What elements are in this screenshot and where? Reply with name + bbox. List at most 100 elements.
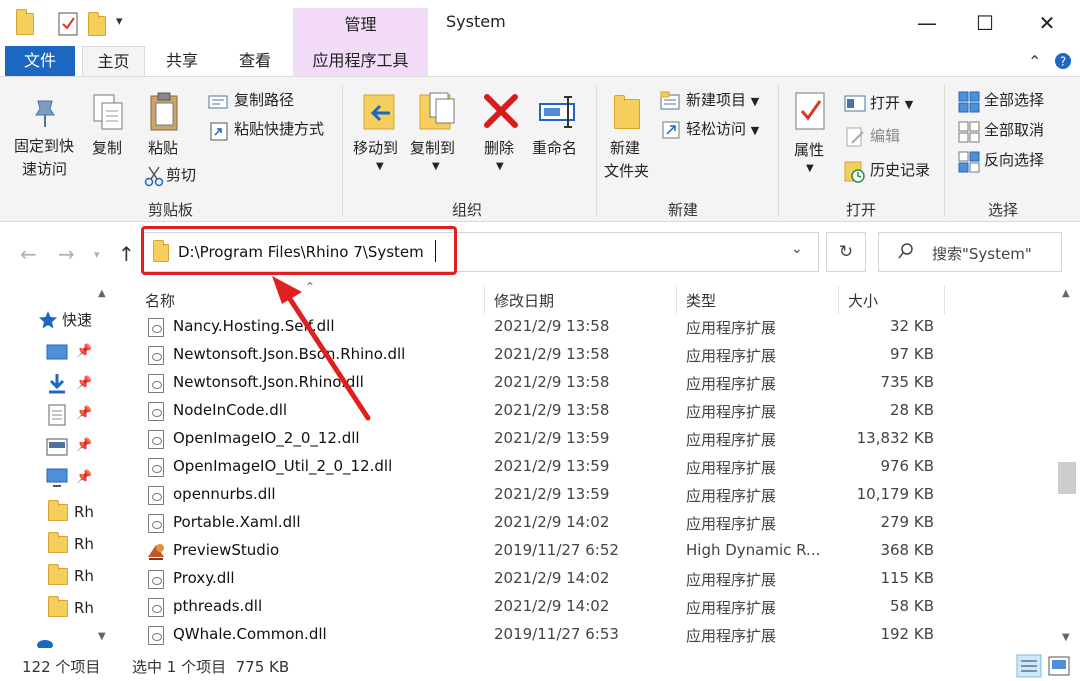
- column-divider[interactable]: [676, 286, 677, 314]
- recent-locations-icon[interactable]: ▾: [94, 248, 100, 261]
- maximize-button[interactable]: ☐: [970, 8, 1000, 38]
- file-date: 2019/11/27 6:52: [494, 541, 619, 559]
- table-row[interactable]: NodeInCode.dll 2021/2/9 13:58 应用程序扩展 28 …: [140, 397, 940, 425]
- open-group-label: 打开: [846, 201, 877, 219]
- file-date: 2019/11/27 6:53: [494, 625, 619, 643]
- nav-folder-3[interactable]: Rh: [74, 565, 94, 588]
- tab-application-tools[interactable]: 应用程序工具: [293, 46, 428, 76]
- manage-context-tab[interactable]: 管理: [293, 8, 428, 46]
- new-item-button[interactable]: 新建项目 ▼: [686, 89, 759, 113]
- minimize-button[interactable]: —: [912, 8, 942, 38]
- up-button[interactable]: ↑: [118, 242, 135, 266]
- onedrive-icon[interactable]: [36, 636, 54, 648]
- new-folder-button[interactable]: 新建 文件夹: [604, 137, 649, 183]
- search-placeholder[interactable]: 搜索"System": [932, 243, 1032, 264]
- group-separator: [778, 85, 779, 217]
- scroll-down-icon[interactable]: ▼: [98, 631, 106, 642]
- copy-button[interactable]: 复制: [92, 137, 122, 160]
- this-pc-icon[interactable]: [46, 468, 68, 488]
- table-row[interactable]: PreviewStudio 2019/11/27 6:52 High Dynam…: [140, 537, 940, 565]
- table-row[interactable]: Newtonsoft.Json.Bson.Rhino.dll 2021/2/9 …: [140, 341, 940, 369]
- invert-selection-button[interactable]: 反向选择: [984, 149, 1044, 172]
- move-to-dropdown-icon[interactable]: ▼: [376, 155, 384, 178]
- folder-icon: [48, 564, 68, 585]
- rename-button[interactable]: 重命名: [532, 137, 577, 160]
- table-row[interactable]: OpenImageIO_Util_2_0_12.dll 2021/2/9 13:…: [140, 453, 940, 481]
- copy-path-button[interactable]: 复制路径: [234, 89, 294, 112]
- tab-share[interactable]: 共享: [152, 46, 212, 76]
- pin-quick-access-button[interactable]: 固定到快 速访问: [14, 135, 74, 181]
- forward-button[interactable]: →: [58, 242, 75, 266]
- column-header-name[interactable]: 名称: [145, 290, 175, 311]
- table-row[interactable]: Newtonsoft.Json.Rhino.dll 2021/2/9 13:58…: [140, 369, 940, 397]
- back-button[interactable]: ←: [20, 242, 37, 266]
- large-icons-view-icon[interactable]: [1048, 656, 1070, 676]
- scroll-thumb[interactable]: [1058, 462, 1076, 494]
- column-header-type[interactable]: 类型: [686, 290, 716, 311]
- window-title: System: [446, 12, 506, 31]
- table-row[interactable]: Proxy.dll 2021/2/9 14:02 应用程序扩展 115 KB: [140, 565, 940, 593]
- paste-button[interactable]: 粘贴: [148, 137, 178, 160]
- close-button[interactable]: ✕: [1032, 8, 1062, 38]
- scroll-down-icon[interactable]: ▼: [1062, 632, 1070, 643]
- select-none-button[interactable]: 全部取消: [984, 119, 1044, 142]
- column-divider[interactable]: [838, 286, 839, 314]
- copy-to-dropdown-icon[interactable]: ▼: [432, 155, 440, 178]
- nav-pane-scrollbar[interactable]: ▲ ▼: [95, 286, 112, 648]
- open-button[interactable]: 打开 ▼: [870, 92, 913, 116]
- column-divider[interactable]: [944, 286, 945, 314]
- delete-dropdown-icon[interactable]: ▼: [496, 155, 504, 178]
- tab-view[interactable]: 查看: [222, 46, 288, 76]
- cut-button[interactable]: 剪切: [166, 164, 196, 187]
- new-item-icon: [660, 91, 680, 110]
- table-row[interactable]: Nancy.Hosting.Self.dll 2021/2/9 13:58 应用…: [140, 313, 940, 341]
- collapse-ribbon-icon[interactable]: ⌃: [1028, 52, 1041, 71]
- edit-button[interactable]: 编辑: [870, 125, 900, 148]
- file-list-scrollbar[interactable]: ▲ ▼: [1058, 286, 1076, 648]
- file-name: pthreads.dll: [173, 597, 263, 615]
- refresh-button[interactable]: ↻: [826, 232, 866, 272]
- table-row[interactable]: Portable.Xaml.dll 2021/2/9 14:02 应用程序扩展 …: [140, 509, 940, 537]
- new-folder-icon[interactable]: [88, 12, 106, 36]
- organize-group-label: 组织: [452, 201, 483, 219]
- properties-check-icon[interactable]: [58, 12, 78, 36]
- scroll-up-icon[interactable]: ▲: [1062, 288, 1070, 299]
- ribbon: 固定到快 速访问 复制 粘贴 复制路径 粘贴快捷方式 剪切 剪贴板 移动到 ▼: [0, 76, 1080, 222]
- nav-folder-4[interactable]: Rh: [74, 597, 94, 620]
- address-dropdown-icon[interactable]: ⌄: [791, 241, 803, 257]
- dll-file-icon: [148, 346, 164, 365]
- nav-folder-1[interactable]: Rh: [74, 501, 94, 524]
- table-row[interactable]: OpenImageIO_2_0_12.dll 2021/2/9 13:59 应用…: [140, 425, 940, 453]
- documents-icon[interactable]: [48, 404, 66, 426]
- table-row[interactable]: opennurbs.dll 2021/2/9 13:59 应用程序扩展 10,1…: [140, 481, 940, 509]
- quick-access-label[interactable]: 快速: [62, 309, 92, 332]
- column-divider[interactable]: [484, 286, 485, 314]
- qat-dropdown-icon[interactable]: ▾: [116, 14, 123, 29]
- paste-shortcut-button[interactable]: 粘贴快捷方式: [234, 118, 324, 141]
- table-row[interactable]: pthreads.dll 2021/2/9 14:02 应用程序扩展 58 KB: [140, 593, 940, 621]
- file-type: 应用程序扩展: [686, 347, 777, 365]
- select-all-button[interactable]: 全部选择: [984, 89, 1044, 112]
- properties-dropdown-icon[interactable]: ▼: [806, 157, 814, 180]
- quick-access-star-icon: [39, 311, 57, 329]
- details-view-icon[interactable]: [1016, 654, 1042, 678]
- column-header-size[interactable]: 大小: [848, 290, 878, 311]
- downloads-icon[interactable]: [46, 372, 68, 394]
- column-header-date[interactable]: 修改日期: [494, 290, 554, 311]
- history-icon: [844, 161, 865, 183]
- easy-access-button[interactable]: 轻松访问 ▼: [686, 118, 759, 142]
- table-row[interactable]: QWhale.Common.dll 2019/11/27 6:53 应用程序扩展…: [140, 621, 940, 649]
- help-icon[interactable]: ?: [1054, 52, 1072, 70]
- history-button[interactable]: 历史记录: [870, 159, 930, 182]
- pictures-icon[interactable]: [46, 438, 68, 456]
- tab-home[interactable]: 主页: [82, 46, 145, 76]
- folder-icon[interactable]: [16, 9, 34, 35]
- desktop-icon[interactable]: [46, 344, 68, 362]
- file-type: 应用程序扩展: [686, 459, 777, 477]
- tab-file[interactable]: 文件: [5, 46, 75, 76]
- scroll-up-icon[interactable]: ▲: [98, 288, 106, 299]
- file-size: 368 KB: [880, 541, 934, 559]
- file-type: High Dynamic R...: [686, 541, 821, 559]
- file-type: 应用程序扩展: [686, 431, 777, 449]
- nav-folder-2[interactable]: Rh: [74, 533, 94, 556]
